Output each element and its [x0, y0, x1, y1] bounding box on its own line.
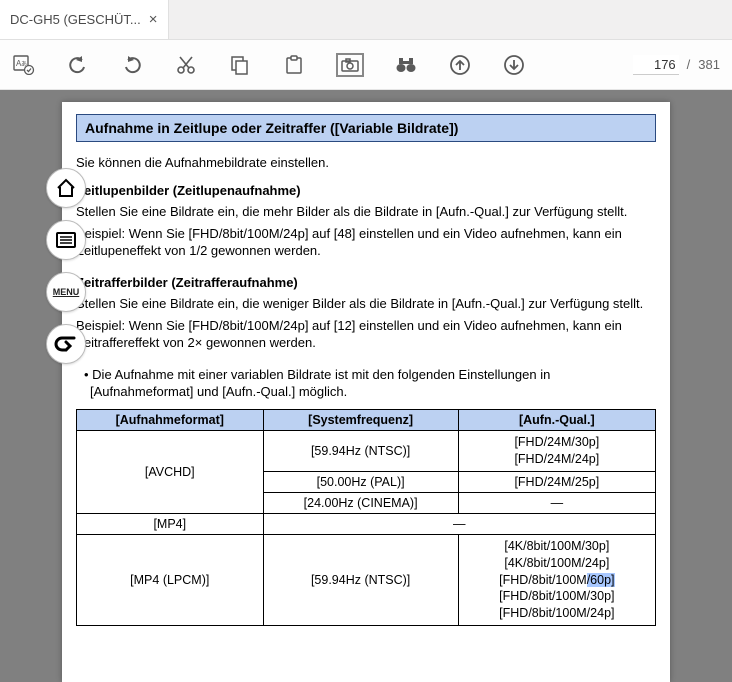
tab-title: DC-GH5 (GESCHÜT... [10, 12, 141, 27]
slow-p2: Beispiel: Wenn Sie [FHD/8bit/100M/24p] a… [76, 225, 656, 260]
undo-icon[interactable] [66, 53, 90, 77]
sidebar-buttons: MENU [46, 168, 86, 364]
toolbar: Aあ / 381 [0, 40, 732, 90]
fast-p1: Stellen Sie eine Bildrate ein, die wenig… [76, 295, 656, 313]
tab-bar: DC-GH5 (GESCHÜT... × [0, 0, 732, 40]
page-separator: / [687, 57, 691, 72]
cell-mp4-q: — [263, 513, 655, 534]
selected-text: /60p] [587, 573, 615, 587]
cell-lpcm-ntsc-q: [4K/8bit/100M/30p] [4K/8bit/100M/24p] [F… [458, 534, 655, 625]
th-sysfreq: [Systemfrequenz] [263, 410, 458, 431]
page-total: 381 [698, 57, 720, 72]
cell-mp4: [MP4] [77, 513, 264, 534]
display-button[interactable] [46, 220, 86, 260]
slow-p1: Stellen Sie eine Bildrate ein, die mehr … [76, 203, 656, 221]
th-quality: [Aufn.-Qual.] [458, 410, 655, 431]
cell-pal: [50.00Hz (PAL)] [263, 471, 458, 492]
cell-avchd: [AVCHD] [77, 431, 264, 514]
page-indicator: / 381 [633, 55, 720, 75]
page-heading: Aufnahme in Zeitlupe oder Zeitraffer ([V… [76, 114, 656, 142]
home-button[interactable] [46, 168, 86, 208]
menu-button[interactable]: MENU [46, 272, 86, 312]
copy-icon[interactable] [228, 53, 252, 77]
bullet-note: • Die Aufnahme mit einer variablen Bildr… [80, 366, 656, 401]
slow-title: Zeitlupenbilder (Zeitlupenaufnahme) [76, 182, 656, 200]
back-button[interactable] [46, 324, 86, 364]
close-icon[interactable]: × [149, 11, 158, 28]
page-number-input[interactable] [633, 55, 679, 75]
pdf-page: Aufnahme in Zeitlupe oder Zeitraffer ([V… [62, 102, 670, 682]
binoculars-icon[interactable] [394, 53, 418, 77]
fast-p2: Beispiel: Wenn Sie [FHD/8bit/100M/24p] a… [76, 317, 656, 352]
format-table: [Aufnahmeformat] [Systemfrequenz] [Aufn.… [76, 409, 656, 626]
paste-icon[interactable] [282, 53, 306, 77]
arrow-down-circle-icon[interactable] [502, 53, 526, 77]
th-format: [Aufnahmeformat] [77, 410, 264, 431]
content-area: MENU Aufnahme in Zeitlupe oder Zeitraffe… [0, 90, 732, 682]
cell-avchd-cinema-q: — [458, 492, 655, 513]
cell-avchd-ntsc-q: [FHD/24M/30p] [FHD/24M/24p] [458, 431, 655, 472]
cell-lpcm-ntsc: [59.94Hz (NTSC)] [263, 534, 458, 625]
intro-text: Sie können die Aufnahmebildrate einstell… [76, 154, 656, 172]
fast-title: Zeitrafferbilder (Zeitrafferaufnahme) [76, 274, 656, 292]
snapshot-icon[interactable] [336, 53, 364, 77]
language-check-icon[interactable]: Aあ [12, 53, 36, 77]
cell-mp4lpcm: [MP4 (LPCM)] [77, 534, 264, 625]
cell-ntsc: [59.94Hz (NTSC)] [263, 431, 458, 472]
cut-icon[interactable] [174, 53, 198, 77]
arrow-up-circle-icon[interactable] [448, 53, 472, 77]
cell-cinema: [24.00Hz (CINEMA)] [263, 492, 458, 513]
redo-icon[interactable] [120, 53, 144, 77]
menu-label: MENU [53, 287, 80, 297]
document-tab[interactable]: DC-GH5 (GESCHÜT... × [0, 0, 169, 39]
cell-avchd-pal-q: [FHD/24M/25p] [458, 471, 655, 492]
